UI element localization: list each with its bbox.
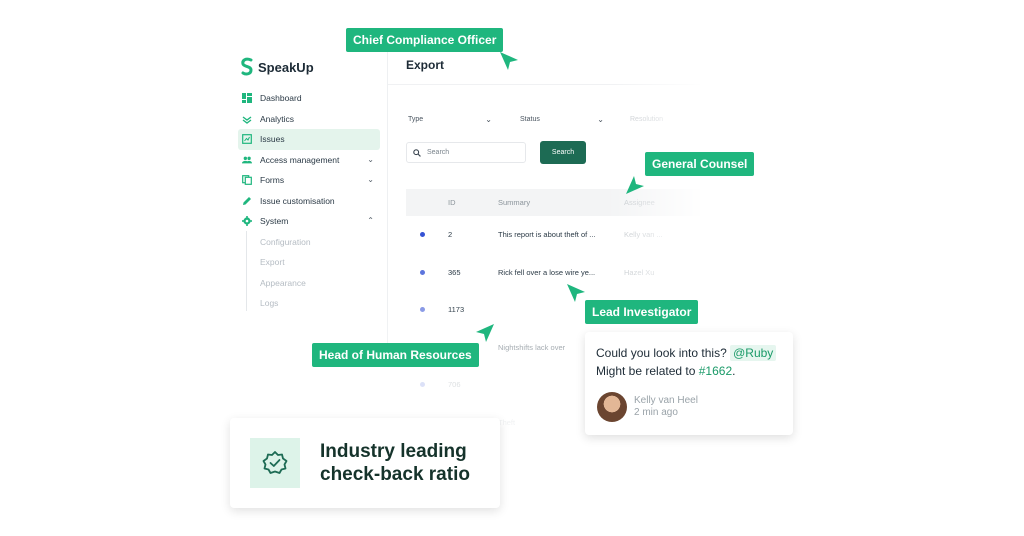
tag-general-counsel: General Counsel <box>645 152 755 176</box>
sidebar-item-forms[interactable]: Forms ⌄ <box>238 170 380 191</box>
cursor-arrow-icon <box>626 176 644 194</box>
sidebar-item-label: Access management <box>260 154 340 165</box>
chevron-down-icon: ⌄ <box>597 114 604 124</box>
sidebar-subitem-logs[interactable]: Logs <box>238 293 380 314</box>
users-icon <box>242 155 252 165</box>
sidebar-item-label: Forms <box>260 175 285 186</box>
row-id: 706 <box>448 380 461 390</box>
feature-card: Industry leading check-back ratio <box>230 418 500 508</box>
row-summary: Rick fell over a lose wire ye... <box>498 267 596 277</box>
sidebar-subitem-label: Export <box>260 257 285 268</box>
comment-line-1: Could you look into this? <box>596 346 727 360</box>
sidebar-item-label: System <box>260 216 289 227</box>
search-icon <box>413 148 421 157</box>
comment-timestamp: 2 min ago <box>634 407 678 418</box>
row-id: 1173 <box>448 305 465 315</box>
row-id: 2 <box>448 230 453 240</box>
brand-logo[interactable]: SpeakUp <box>240 57 314 77</box>
chevron-down-icon[interactable]: ⌄ <box>367 175 374 184</box>
row-assignee: Kelly van ... <box>624 230 663 240</box>
chevron-down-icon: ⌄ <box>485 114 492 124</box>
dashboard-icon <box>242 93 252 104</box>
table-header: ID Summary Assignee <box>406 189 700 216</box>
sidebar-item-issue-customisation[interactable]: Issue customisation <box>238 191 380 212</box>
gear-icon <box>242 216 252 227</box>
sidebar-item-label: Dashboard <box>260 93 302 104</box>
table-row[interactable]: 2 This report is about theft of ... Kell… <box>406 216 700 254</box>
status-dot <box>419 307 425 313</box>
column-header-summary[interactable]: Summary <box>498 198 620 207</box>
status-filter[interactable]: Status ⌄ <box>514 109 610 129</box>
type-filter[interactable]: Type ⌄ <box>402 109 498 129</box>
feature-headline: Industry leading check-back ratio <box>320 441 470 485</box>
status-dot <box>419 232 425 238</box>
sidebar-subitem-label: Appearance <box>260 277 306 288</box>
sidebar-item-label: Analytics <box>260 113 295 124</box>
comment-author: Kelly van Heel 2 min ago <box>597 392 698 422</box>
type-filter-label: Type <box>408 115 424 123</box>
sidebar-item-access-management[interactable]: Access management ⌄ <box>238 150 380 171</box>
chevron-down-icon[interactable]: ⌄ <box>367 155 374 164</box>
column-header-assignee[interactable]: Assignee <box>620 198 700 207</box>
sidebar-nav: Dashboard Analytics Issues Access manage… <box>238 88 380 314</box>
search-button[interactable]: Search <box>540 141 586 164</box>
cursor-arrow-icon <box>476 324 494 342</box>
row-assignee: Hazel Xu <box>624 267 655 277</box>
sidebar-item-label: Issue customisation <box>260 195 335 206</box>
sidebar-subitem-export[interactable]: Export <box>238 252 380 273</box>
column-header-id[interactable]: ID <box>438 198 498 207</box>
cursor-arrow-icon <box>567 284 585 302</box>
submenu-divider <box>246 231 247 311</box>
sidebar-item-analytics[interactable]: Analytics <box>238 109 380 130</box>
search-input[interactable]: Search <box>406 142 526 163</box>
comment-card: Could you look into this? @Ruby Might be… <box>585 332 793 435</box>
author-name: Kelly van Heel <box>634 395 698 406</box>
comment-text: Could you look into this? @Ruby Might be… <box>596 344 782 380</box>
row-id: 365 <box>448 267 461 277</box>
resolution-filter[interactable]: Resolution <box>624 109 694 129</box>
row-summary: This report is about theft of ... <box>498 230 596 240</box>
analytics-icon <box>242 114 252 124</box>
sidebar-item-issues[interactable]: Issues <box>238 129 380 150</box>
speakup-logo-icon <box>241 57 253 76</box>
comment-line-2: Might be related to <box>596 364 696 378</box>
avatar <box>597 392 627 422</box>
forms-icon <box>242 175 252 186</box>
tag-chief-compliance-officer: Chief Compliance Officer <box>346 28 504 52</box>
sidebar-subitem-configuration[interactable]: Configuration <box>238 232 380 253</box>
search-placeholder: Search <box>427 149 450 156</box>
pencil-icon <box>242 196 252 206</box>
cursor-arrow-icon <box>500 52 518 70</box>
status-dot <box>419 269 425 275</box>
brand-name: SpeakUp <box>258 59 314 75</box>
chevron-up-icon[interactable]: ⌃ <box>367 216 374 225</box>
tag-lead-investigator: Lead Investigator <box>585 300 699 324</box>
sidebar-subitem-label: Logs <box>260 298 279 309</box>
badge-check-icon <box>262 451 288 474</box>
sidebar-item-dashboard[interactable]: Dashboard <box>238 88 380 109</box>
issues-icon <box>242 134 252 145</box>
resolution-filter-label: Resolution <box>630 115 664 123</box>
table-row[interactable]: 365 Rick fell over a lose wire ye... Haz… <box>406 254 700 292</box>
comment-punctuation: . <box>732 364 736 378</box>
status-dot <box>419 382 425 388</box>
sidebar-item-label: Issues <box>260 134 285 145</box>
tag-head-of-human-resources: Head of Human Resources <box>312 343 479 367</box>
issue-reference-link[interactable]: #1662 <box>699 364 732 378</box>
sidebar-subitem-label: Configuration <box>260 236 311 247</box>
feature-icon-box <box>250 438 300 488</box>
sidebar-item-system[interactable]: System ⌃ <box>238 211 380 232</box>
status-filter-label: Status <box>520 115 540 123</box>
sidebar-subitem-appearance[interactable]: Appearance <box>238 273 380 294</box>
marketing-stage: SpeakUp Dashboard Analytics Issues Acces… <box>0 0 1024 536</box>
sidebar: SpeakUp Dashboard Analytics Issues Acces… <box>230 45 388 345</box>
mention-tag[interactable]: @Ruby <box>730 345 777 361</box>
